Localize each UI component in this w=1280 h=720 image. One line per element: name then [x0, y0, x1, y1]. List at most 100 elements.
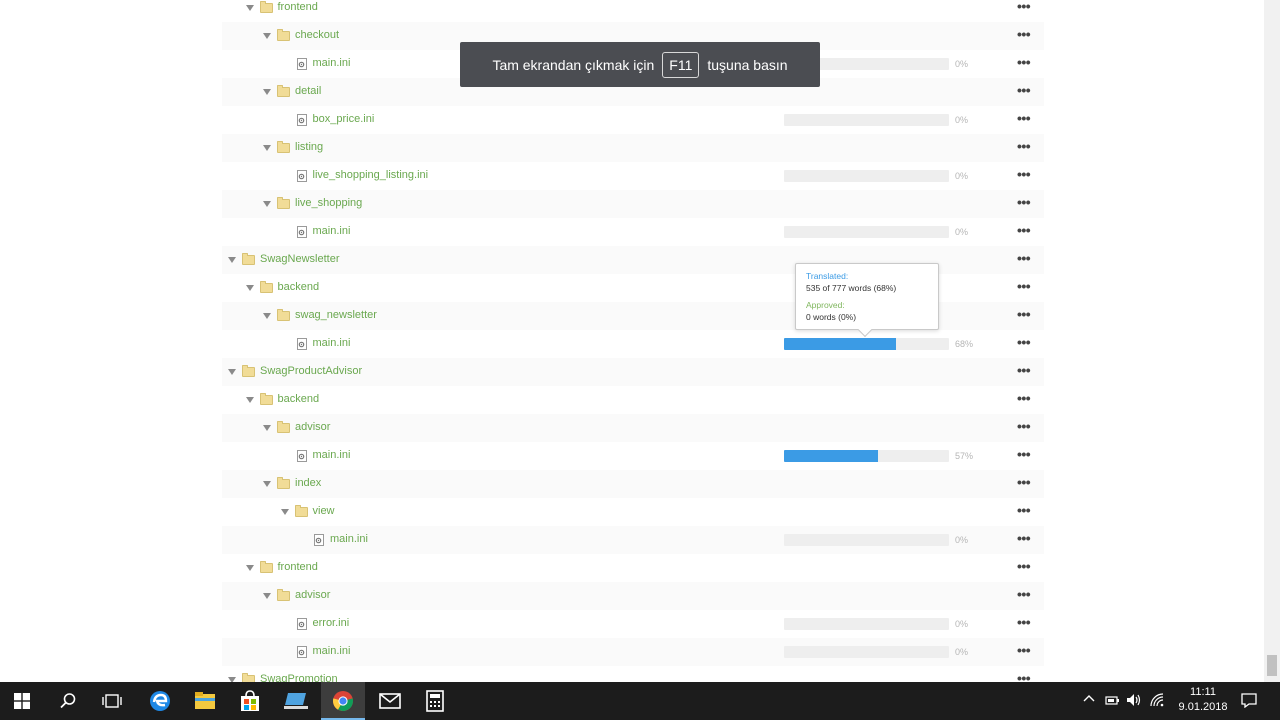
translation-progress-bar[interactable]	[784, 534, 949, 546]
row-menu-button[interactable]: •••	[1017, 55, 1031, 69]
tree-folder-row[interactable]: SwagProductAdvisor •••	[222, 358, 1044, 386]
file-name[interactable]: main.ini	[313, 57, 351, 69]
expand-caret-icon[interactable]	[263, 201, 271, 207]
tree-file-row[interactable]: live_shopping_listing.ini 0% •••	[222, 162, 1044, 190]
tree-file-row[interactable]: main.ini 0% •••	[222, 638, 1044, 666]
folder-name[interactable]: swag_newsletter	[295, 309, 377, 321]
search-icon[interactable]	[46, 682, 90, 720]
translation-progress-bar[interactable]	[784, 338, 949, 350]
row-menu-button[interactable]: •••	[1017, 335, 1031, 349]
row-menu-button[interactable]: •••	[1017, 363, 1031, 377]
row-menu-button[interactable]: •••	[1017, 139, 1031, 153]
folder-name[interactable]: SwagPromotion	[260, 673, 338, 682]
page-scrollbar[interactable]	[1264, 0, 1280, 682]
row-menu-button[interactable]: •••	[1017, 391, 1031, 405]
task-view-icon[interactable]	[90, 682, 134, 720]
tree-folder-row[interactable]: advisor •••	[222, 414, 1044, 442]
tree-file-row[interactable]: error.ini 0% •••	[222, 610, 1044, 638]
tree-file-row[interactable]: box_price.ini 0% •••	[222, 106, 1044, 134]
translation-progress-bar[interactable]	[784, 646, 949, 658]
folder-name[interactable]: index	[295, 477, 321, 489]
translation-progress-bar[interactable]	[784, 114, 949, 126]
calculator-icon[interactable]	[413, 682, 457, 720]
folder-name[interactable]: SwagNewsletter	[260, 253, 339, 265]
folder-name[interactable]: frontend	[278, 1, 318, 13]
mail-icon[interactable]	[368, 682, 412, 720]
file-name[interactable]: live_shopping_listing.ini	[313, 169, 429, 181]
folder-name[interactable]: frontend	[278, 561, 318, 573]
row-menu-button[interactable]: •••	[1017, 83, 1031, 97]
row-menu-button[interactable]: •••	[1017, 559, 1031, 573]
store-icon[interactable]	[228, 682, 272, 720]
folder-name[interactable]: live_shopping	[295, 197, 362, 209]
tree-folder-row[interactable]: SwagPromotion •••	[222, 666, 1044, 682]
row-menu-button[interactable]: •••	[1017, 503, 1031, 517]
tree-file-row[interactable]: main.ini 57% •••	[222, 442, 1044, 470]
translation-progress-bar[interactable]	[784, 170, 949, 182]
file-name[interactable]: main.ini	[313, 645, 351, 657]
row-menu-button[interactable]: •••	[1017, 223, 1031, 237]
expand-caret-icon[interactable]	[263, 593, 271, 599]
row-menu-button[interactable]: •••	[1017, 0, 1031, 13]
tree-folder-row[interactable]: index •••	[222, 470, 1044, 498]
file-name[interactable]: box_price.ini	[313, 113, 375, 125]
folder-name[interactable]: SwagProductAdvisor	[260, 365, 362, 377]
row-menu-button[interactable]: •••	[1017, 307, 1031, 321]
row-menu-button[interactable]: •••	[1017, 447, 1031, 461]
row-menu-button[interactable]: •••	[1017, 111, 1031, 125]
volume-icon[interactable]	[1126, 693, 1142, 710]
edge-icon[interactable]	[138, 682, 182, 720]
notifications-icon[interactable]	[1241, 693, 1257, 711]
file-name[interactable]: main.ini	[313, 337, 351, 349]
folder-name[interactable]: backend	[278, 281, 320, 293]
tree-folder-row[interactable]: frontend •••	[222, 0, 1044, 22]
folder-name[interactable]: listing	[295, 141, 323, 153]
chevron-up-icon[interactable]	[1083, 693, 1095, 708]
expand-caret-icon[interactable]	[245, 285, 254, 291]
tree-file-row[interactable]: main.ini 0% •••	[222, 218, 1044, 246]
expand-caret-icon[interactable]	[280, 509, 289, 515]
file-explorer-icon[interactable]	[183, 682, 227, 720]
translation-progress-bar[interactable]	[784, 450, 949, 462]
row-menu-button[interactable]: •••	[1017, 195, 1031, 209]
folder-name[interactable]: view	[313, 505, 335, 517]
tree-file-row[interactable]: main.ini 68% •••	[222, 330, 1044, 358]
tree-folder-row[interactable]: frontend •••	[222, 554, 1044, 582]
row-menu-button[interactable]: •••	[1017, 531, 1031, 545]
battery-icon[interactable]	[1104, 693, 1120, 710]
expand-caret-icon[interactable]	[263, 33, 271, 39]
expand-caret-icon[interactable]	[245, 5, 254, 11]
translation-progress-bar[interactable]	[784, 226, 949, 238]
row-menu-button[interactable]: •••	[1017, 279, 1031, 293]
row-menu-button[interactable]: •••	[1017, 615, 1031, 629]
tree-file-row[interactable]: main.ini 0% •••	[222, 526, 1044, 554]
translation-progress-bar[interactable]	[784, 618, 949, 630]
file-name[interactable]: main.ini	[313, 449, 351, 461]
tree-folder-row[interactable]: backend •••	[222, 386, 1044, 414]
tree-folder-row[interactable]: view •••	[222, 498, 1044, 526]
folder-name[interactable]: advisor	[295, 421, 330, 433]
expand-caret-icon[interactable]	[263, 145, 271, 151]
file-name[interactable]: main.ini	[330, 533, 368, 545]
tree-folder-row[interactable]: live_shopping •••	[222, 190, 1044, 218]
tree-folder-row[interactable]: advisor •••	[222, 582, 1044, 610]
wifi-icon[interactable]	[1150, 693, 1166, 710]
expand-caret-icon[interactable]	[245, 397, 254, 403]
row-menu-button[interactable]: •••	[1017, 167, 1031, 181]
file-name[interactable]: error.ini	[313, 617, 350, 629]
folder-name[interactable]: checkout	[295, 29, 339, 41]
row-menu-button[interactable]: •••	[1017, 419, 1031, 433]
row-menu-button[interactable]: •••	[1017, 671, 1031, 682]
expand-caret-icon[interactable]	[263, 481, 271, 487]
row-menu-button[interactable]: •••	[1017, 643, 1031, 657]
folder-name[interactable]: backend	[278, 393, 320, 405]
folder-name[interactable]: detail	[295, 85, 321, 97]
expand-caret-icon[interactable]	[245, 565, 254, 571]
row-menu-button[interactable]: •••	[1017, 587, 1031, 601]
desktop-app-icon[interactable]	[274, 682, 318, 720]
expand-caret-icon[interactable]	[263, 89, 271, 95]
chrome-icon[interactable]	[321, 682, 365, 720]
row-menu-button[interactable]: •••	[1017, 475, 1031, 489]
scrollbar-thumb[interactable]	[1267, 655, 1277, 676]
folder-name[interactable]: advisor	[295, 589, 330, 601]
